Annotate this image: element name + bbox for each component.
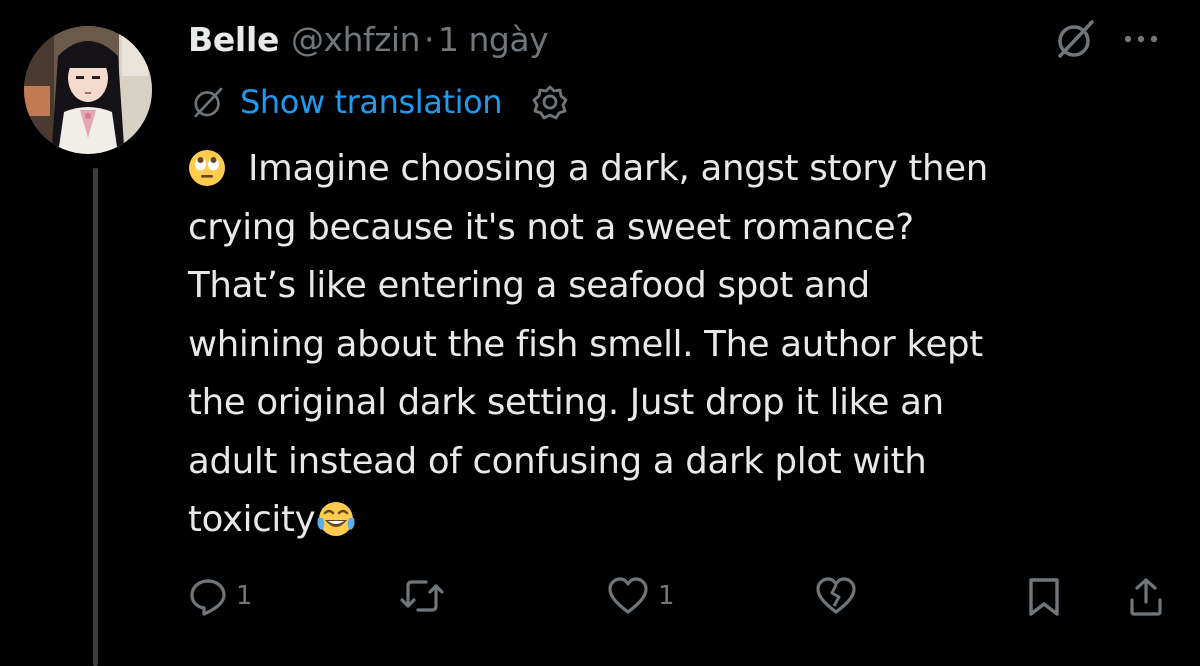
- author-handle[interactable]: @xhfzin: [291, 20, 420, 59]
- tweet-line: the original dark setting. Just drop it …: [188, 382, 944, 423]
- bookmark-icon: [1029, 578, 1059, 616]
- action-bar: 1 1: [188, 576, 1178, 626]
- bookmark-button[interactable]: [1026, 576, 1062, 618]
- avatar[interactable]: [24, 26, 152, 154]
- tweet-line: crying because it's not a sweet romance?: [188, 206, 914, 248]
- share-button[interactable]: [1126, 576, 1166, 618]
- like-count: 1: [658, 581, 675, 611]
- translation-row: Show translation: [188, 80, 570, 124]
- tweet-line: Imagine choosing a dark, angst story the…: [188, 140, 1178, 199]
- tweet-line: adult instead of confusing a dark plot w…: [188, 440, 927, 482]
- share-icon: [1130, 578, 1162, 616]
- dislike-button[interactable]: [814, 576, 858, 616]
- author-name[interactable]: Belle: [188, 20, 279, 59]
- heart-icon: [608, 577, 648, 614]
- thread-line: [93, 168, 98, 666]
- tweet-line: toxicity: [188, 491, 1178, 550]
- tweet-body: Imagine choosing a dark, angst story the…: [188, 140, 1178, 550]
- post-time[interactable]: 1 ngày: [438, 20, 549, 59]
- broken-heart-icon: [816, 577, 856, 614]
- reply-icon: [190, 579, 226, 616]
- tweet-line: whining about the fish smell. The author…: [188, 323, 983, 365]
- header-actions: [1052, 16, 1164, 62]
- repost-button[interactable]: [398, 576, 454, 616]
- tears-of-joy-emoji-icon: [317, 498, 355, 536]
- tweet-header: Belle @xhfzin · 1 ngày: [188, 14, 549, 64]
- reply-count: 1: [236, 581, 253, 611]
- tweet-line-text: toxicity: [188, 499, 316, 540]
- repost-icon: [400, 580, 444, 612]
- separator-dot: ·: [424, 19, 435, 59]
- more-options-icon[interactable]: [1120, 29, 1164, 49]
- rolling-eyes-emoji-icon: [188, 147, 226, 186]
- grok-icon[interactable]: [1052, 16, 1098, 62]
- settings-gear-icon[interactable]: [530, 82, 570, 122]
- show-translation-link[interactable]: Show translation: [240, 83, 503, 121]
- grok-small-icon: [188, 82, 228, 122]
- tweet-line: That’s like entering a seafood spot and: [188, 265, 870, 306]
- like-button[interactable]: 1: [606, 576, 675, 616]
- tweet-line-text: Imagine choosing a dark, angst story the…: [248, 148, 988, 189]
- reply-button[interactable]: 1: [188, 576, 253, 616]
